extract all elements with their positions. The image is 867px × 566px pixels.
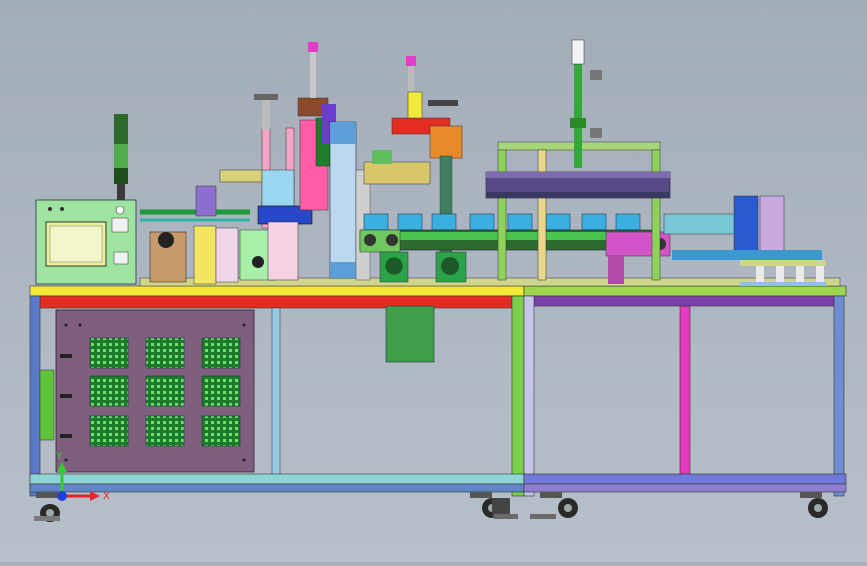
gearbox-housing [385,305,435,363]
cad-canvas[interactable]: X Y [0,0,867,562]
triad-x-label: X [103,491,110,502]
control-cabinet [35,199,137,285]
electrical-panel [39,309,255,473]
terminal-blocks [89,337,241,447]
triad-y-label: Y [55,451,63,462]
triad-z-axis [57,491,67,501]
cad-viewport[interactable]: X Y [0,0,867,562]
